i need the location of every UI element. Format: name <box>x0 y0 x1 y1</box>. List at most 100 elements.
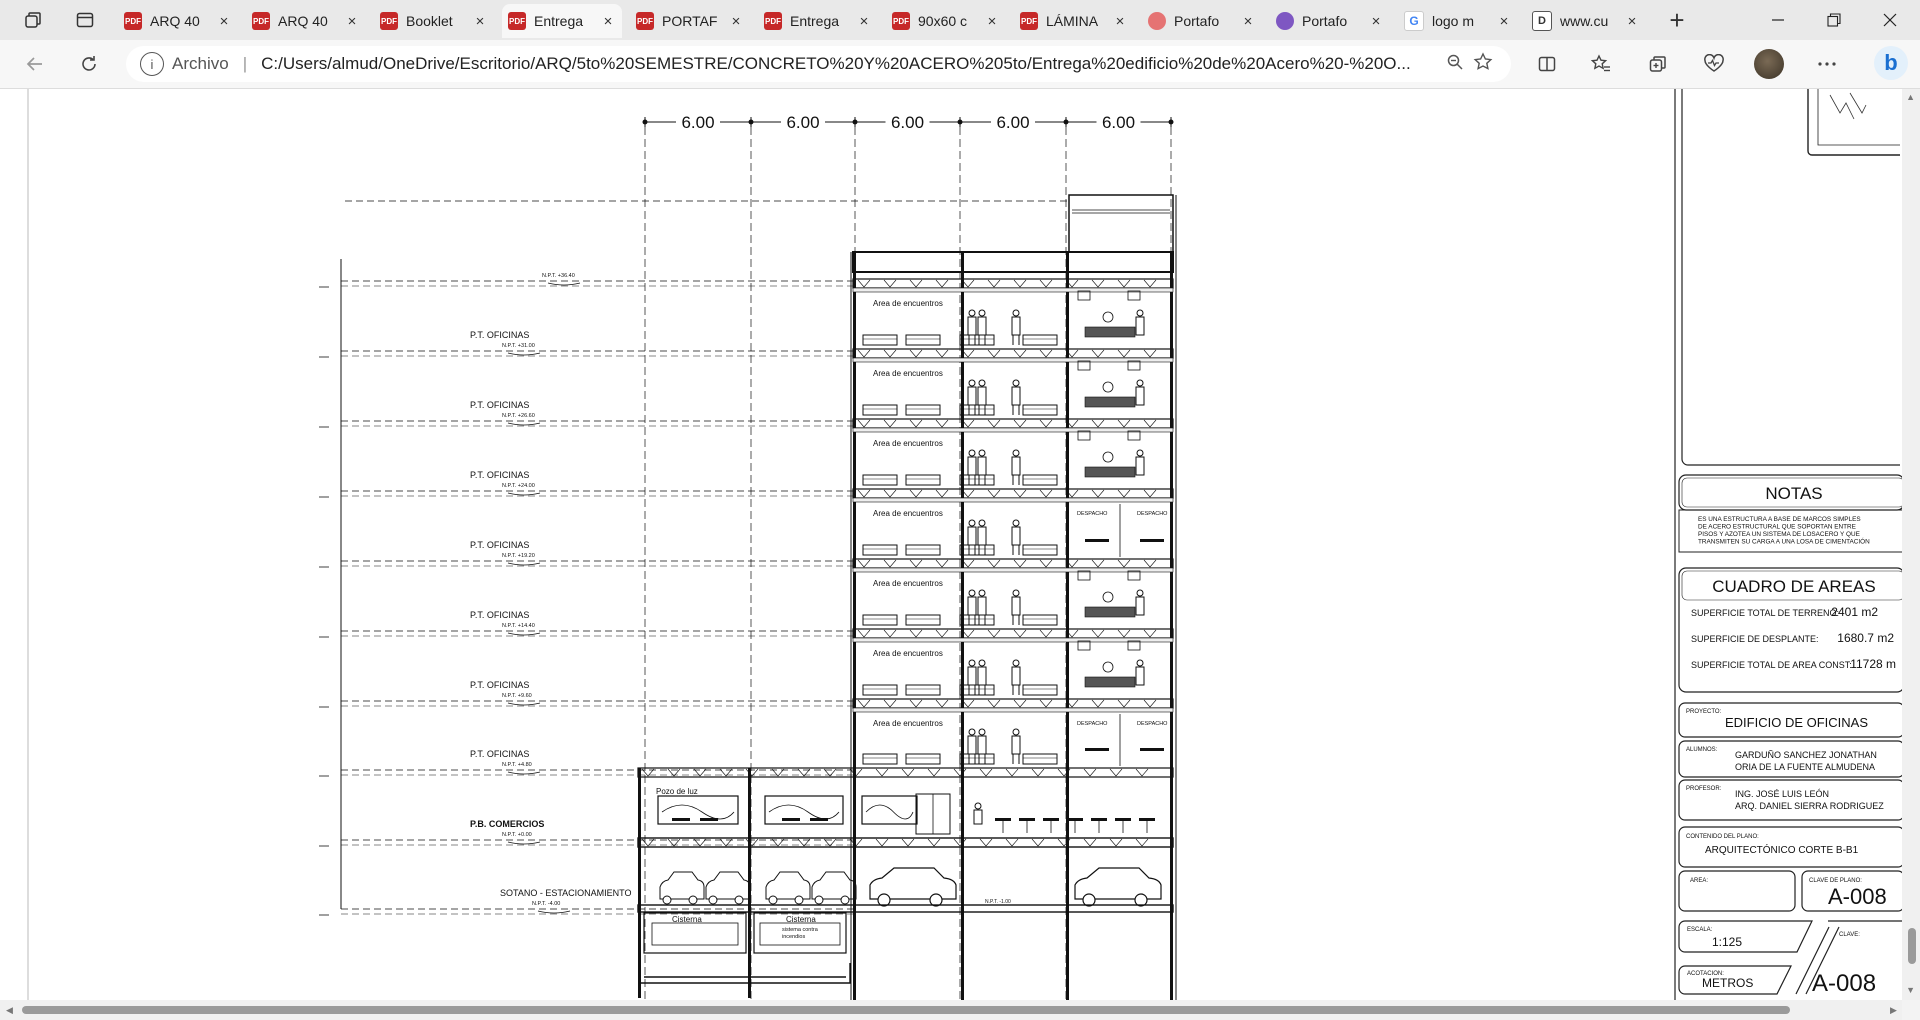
sofa <box>1022 753 1058 765</box>
browser-tab[interactable]: PDF Booklet × <box>374 4 494 38</box>
close-window-icon[interactable] <box>1862 0 1918 40</box>
car-wheel <box>688 895 698 905</box>
horizontal-scroll-thumb[interactable] <box>22 1006 1790 1014</box>
favorites-icon[interactable] <box>1584 48 1618 80</box>
steel-deck <box>857 489 871 498</box>
vertical-scrollbar[interactable] <box>1902 89 1920 1000</box>
person-head <box>1136 379 1144 387</box>
steel-deck <box>935 629 949 638</box>
profesor-label: PROFESOR: <box>1686 786 1722 792</box>
sofa <box>905 614 941 626</box>
tab-close-icon[interactable]: × <box>600 13 616 30</box>
browser-tab[interactable]: Portafo × <box>1142 4 1262 38</box>
tab-close-icon[interactable]: × <box>472 13 488 30</box>
split-screen-icon[interactable] <box>1530 48 1564 80</box>
npt-mark <box>537 910 571 914</box>
tab-label: www.cu <box>1560 13 1609 29</box>
person-head <box>968 659 976 667</box>
minimize-icon[interactable] <box>1750 0 1806 40</box>
dimension-label: 6.00 <box>891 113 924 132</box>
more-options-icon[interactable] <box>1810 48 1844 80</box>
person-head <box>978 728 986 736</box>
tab-close-icon[interactable]: × <box>1112 13 1128 30</box>
person <box>1135 456 1145 476</box>
steel-deck <box>1013 559 1027 568</box>
scroll-left-arrow[interactable]: ◀ <box>6 1005 13 1016</box>
browser-tab[interactable]: PDF ARQ 40 × <box>118 4 238 38</box>
contenido-label: CONTENIDO DEL PLANO: <box>1686 834 1759 840</box>
zoom-icon[interactable] <box>1441 53 1469 76</box>
profile-avatar[interactable] <box>1754 49 1784 79</box>
car-wheel <box>662 895 672 905</box>
scroll-right-arrow[interactable]: ▶ <box>1890 1005 1897 1016</box>
portfolio-icon <box>1148 12 1166 30</box>
browser-essentials-icon[interactable] <box>1697 48 1731 80</box>
sofa <box>1022 684 1058 696</box>
steel-deck <box>1005 768 1019 777</box>
alumnos-label: ALUMNOS: <box>1686 747 1718 753</box>
contenido-text: ARQUITECTÓNICO CORTE B-B1 <box>1705 843 1859 856</box>
person <box>967 735 977 764</box>
tab-close-icon[interactable]: × <box>1368 13 1384 30</box>
slab <box>852 348 1174 359</box>
vertical-scroll-thumb[interactable] <box>1908 928 1916 964</box>
tab-close-icon[interactable]: × <box>728 13 744 30</box>
address-bar[interactable]: i Archivo | C:/Users/almud/OneDrive/Escr… <box>126 46 1511 82</box>
steel-deck <box>987 279 1001 288</box>
workspaces-icon[interactable] <box>18 6 48 34</box>
browser-tab[interactable]: PDF ARQ 40 × <box>246 4 366 38</box>
url-text[interactable]: C:/Users/almud/OneDrive/Escritorio/ARQ/5… <box>261 54 1441 74</box>
restore-icon[interactable] <box>1806 0 1862 40</box>
new-tab-button[interactable]: + <box>1662 5 1692 35</box>
steel-deck <box>1031 768 1045 777</box>
favorite-star-icon[interactable] <box>1469 51 1497 77</box>
steel-deck <box>1143 559 1157 568</box>
tab-close-icon[interactable]: × <box>1624 13 1640 30</box>
tab-close-icon[interactable]: × <box>1240 13 1256 30</box>
person-head <box>1012 519 1020 527</box>
sofa <box>905 404 941 416</box>
browser-tab[interactable]: Dwww.cu × <box>1526 4 1646 38</box>
tab-close-icon[interactable]: × <box>216 13 232 30</box>
level-label: P.T. OFICINAS <box>470 400 529 410</box>
browser-tab[interactable]: PDF Entrega × <box>502 4 622 38</box>
copilot-icon[interactable]: b <box>1874 46 1908 80</box>
refresh-icon[interactable] <box>72 48 106 80</box>
display-art <box>865 804 914 820</box>
notes-line: TRANSMITEN SU CARGA A UNA LOSA DE CIMENT… <box>1698 537 1870 546</box>
site-info-icon[interactable]: i <box>140 52 164 76</box>
collections-icon[interactable] <box>1641 48 1675 80</box>
tab-close-icon[interactable]: × <box>856 13 872 30</box>
level-label: P.T. OFICINAS <box>470 680 529 690</box>
slab <box>852 278 1174 289</box>
browser-tab[interactable]: Portafo × <box>1270 4 1390 38</box>
steel-deck <box>1013 349 1027 358</box>
tab-actions-icon[interactable] <box>70 6 100 34</box>
scroll-up-arrow[interactable]: ▲ <box>1906 92 1915 102</box>
tab-label: PORTAF <box>662 13 718 29</box>
person-head <box>968 589 976 597</box>
npt-label: N.P.T. +19.20 <box>502 553 535 559</box>
steel-deck <box>935 699 949 708</box>
tab-close-icon[interactable]: × <box>344 13 360 30</box>
cistern-label: Cisterna <box>672 915 702 924</box>
person <box>1011 316 1021 345</box>
pdf-icon: PDF <box>508 12 526 30</box>
browser-tab[interactable]: PDF PORTAF × <box>630 4 750 38</box>
browser-tab[interactable]: Glogo m × <box>1398 4 1518 38</box>
room-label: Area de encuentros <box>873 299 943 308</box>
cafe-table <box>1139 818 1155 821</box>
shop-display <box>764 795 844 825</box>
person-head <box>1012 379 1020 387</box>
browser-tab[interactable]: PDF Entrega × <box>758 4 878 38</box>
tab-close-icon[interactable]: × <box>984 13 1000 30</box>
tab-close-icon[interactable]: × <box>1496 13 1512 30</box>
steel-deck <box>935 279 949 288</box>
scroll-down-arrow[interactable]: ▼ <box>1906 985 1915 995</box>
person <box>967 386 977 415</box>
browser-tab[interactable]: PDF 90x60 c × <box>886 4 1006 38</box>
notes-text: ES UNA ESTRUCTURA A BASE DE MARCOS SIMPL… <box>1698 516 1870 546</box>
back-icon[interactable] <box>18 48 52 80</box>
steel-deck <box>875 768 889 777</box>
browser-tab[interactable]: PDF LÁMINA × <box>1014 4 1134 38</box>
